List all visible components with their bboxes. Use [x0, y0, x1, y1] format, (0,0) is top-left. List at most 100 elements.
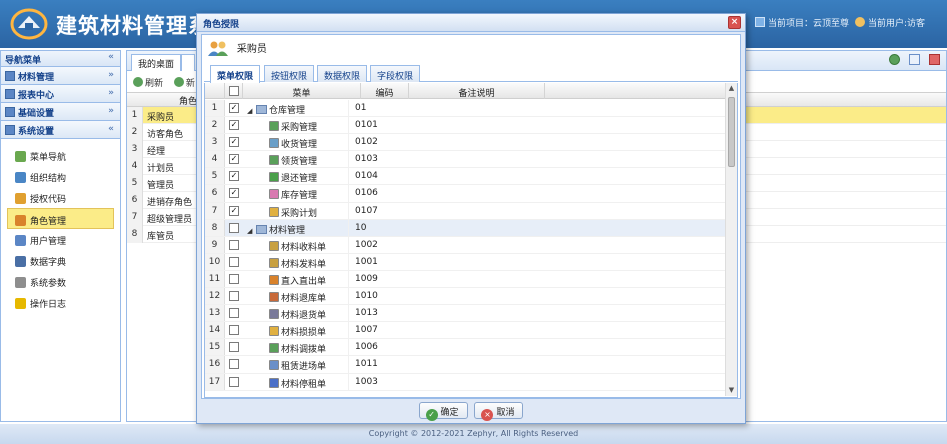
- current-user[interactable]: 当前用户:访客: [855, 16, 925, 29]
- scroll-up-icon[interactable]: ▲: [727, 84, 736, 93]
- sidebar-item-user[interactable]: 用户管理: [1, 229, 120, 250]
- sidebar-item-role[interactable]: 角色管理: [7, 208, 114, 229]
- table-row[interactable]: 15 材料调拨单 1006: [205, 339, 725, 357]
- menu-name: 材料停租单: [281, 379, 327, 390]
- settings-icon: [15, 277, 26, 288]
- users-icon: [208, 41, 228, 56]
- refresh-button[interactable]: 刷新: [133, 77, 163, 89]
- sidebar-group-materials[interactable]: 材料管理 »: [1, 67, 120, 85]
- table-row[interactable]: 13 材料退货单 1013: [205, 305, 725, 323]
- sidebar-item-label: 系统参数: [30, 279, 67, 289]
- sidebar-item-key[interactable]: 授权代码: [1, 187, 120, 208]
- collapse-sidebar-icon[interactable]: «: [108, 52, 114, 62]
- tab-label: 菜单权限: [217, 72, 254, 82]
- table-row[interactable]: 11 直入直出单 1009: [205, 270, 725, 289]
- add-icon: [173, 77, 184, 87]
- scroll-down-icon[interactable]: ▼: [727, 386, 736, 395]
- table-row[interactable]: 12 材料退库单 1010: [205, 288, 725, 306]
- table-row[interactable]: 7 ✓ 采购计划 0107: [205, 202, 725, 220]
- tab-field-permission[interactable]: 字段权限: [370, 65, 421, 82]
- row-number: 5: [205, 168, 225, 185]
- table-row[interactable]: 10 材料发料单 1001: [205, 253, 725, 271]
- row-checkbox[interactable]: ✓: [229, 103, 239, 113]
- row-checkbox[interactable]: ✓: [229, 154, 239, 165]
- maximize-icon[interactable]: [909, 54, 921, 65]
- row-checkbox[interactable]: ✓: [229, 205, 239, 216]
- grid-scrollbar[interactable]: ▲ ▼: [725, 83, 737, 396]
- row-checkbox[interactable]: [229, 359, 239, 370]
- code-cell: 0102: [355, 137, 378, 148]
- sidebar-group-label: 系统设置: [18, 127, 55, 137]
- row-checkbox[interactable]: [229, 291, 239, 302]
- row-checkbox[interactable]: [229, 308, 239, 319]
- close-icon[interactable]: [929, 54, 940, 65]
- table-row[interactable]: 9 材料收料单 1002: [205, 236, 725, 254]
- table-row[interactable]: 1 ✓ ◢ 仓库管理 01: [205, 100, 725, 118]
- row-checkbox[interactable]: [229, 325, 239, 336]
- sidebar-item-warning[interactable]: 操作日志: [1, 292, 120, 313]
- tab-my-desktop[interactable]: 我的桌面: [131, 54, 182, 71]
- tab-role-management[interactable]: [181, 54, 195, 71]
- tab-data-permission[interactable]: 数据权限: [317, 65, 368, 82]
- current-project[interactable]: 当前项目：云顶至尊: [755, 16, 849, 29]
- menu-tree-icon: [15, 151, 26, 162]
- menu-item-icon: [269, 257, 279, 268]
- row-number: 4: [127, 158, 143, 175]
- dialog-close-icon[interactable]: ×: [728, 16, 741, 29]
- sidebar-group-basic-settings[interactable]: 基础设置 »: [1, 103, 120, 121]
- table-row[interactable]: 17 材料停租单 1003: [205, 373, 725, 391]
- role-icon: [15, 215, 26, 226]
- table-row[interactable]: 5 ✓ 退还管理 0104: [205, 168, 725, 186]
- window-controls: [883, 54, 940, 68]
- menu-cell: 材料收料单: [243, 236, 349, 253]
- expand-toggle-icon[interactable]: ◢: [247, 107, 253, 115]
- ok-button[interactable]: ✓ 确定: [418, 402, 468, 421]
- menu-cell: 库存管理: [243, 185, 349, 202]
- row-checkbox[interactable]: ✓: [229, 120, 239, 131]
- scrollbar-thumb[interactable]: [728, 97, 735, 167]
- table-row[interactable]: 14 材料损损单 1007: [205, 322, 725, 340]
- menu-name: 材料损损单: [281, 328, 327, 339]
- sidebar-item-menu-tree[interactable]: 菜单导航: [1, 145, 120, 166]
- key-icon: [15, 193, 26, 204]
- sidebar-group-reports[interactable]: 报表中心 »: [1, 85, 120, 103]
- menu-cell: 租赁进场单: [243, 356, 349, 373]
- code-cell: 0104: [355, 171, 378, 182]
- select-all-checkbox[interactable]: [229, 86, 239, 96]
- row-number: 6: [205, 185, 225, 202]
- sidebar-item-dictionary[interactable]: 数据字典: [1, 250, 120, 271]
- row-checkbox[interactable]: [229, 239, 239, 250]
- table-row[interactable]: 8 ◢ 材料管理 10: [205, 219, 725, 237]
- row-number: 9: [205, 236, 225, 253]
- table-row[interactable]: 3 ✓ 收货管理 0102: [205, 134, 725, 152]
- chevron-icon: «: [108, 124, 114, 134]
- tab-menu-permission[interactable]: 菜单权限: [210, 65, 261, 83]
- permission-tabs: 菜单权限 按钮权限 数据权限 字段权限: [204, 62, 738, 83]
- menu-name: 材料收料单: [281, 242, 327, 253]
- row-checkbox[interactable]: [229, 222, 239, 233]
- sidebar-item-org-chart[interactable]: 组织结构: [1, 166, 120, 187]
- cancel-button[interactable]: × 取消: [474, 402, 524, 421]
- row-checkbox[interactable]: [229, 342, 239, 353]
- refresh-icon[interactable]: [889, 54, 901, 65]
- sidebar-group-system-settings[interactable]: 系统设置 «: [1, 121, 120, 139]
- row-number: 11: [205, 270, 225, 288]
- add-button[interactable]: 新: [173, 77, 195, 89]
- expand-toggle-icon[interactable]: ◢: [247, 227, 253, 235]
- table-row[interactable]: 6 ✓ 库存管理 0106: [205, 185, 725, 203]
- row-checkbox[interactable]: ✓: [229, 137, 239, 148]
- table-row[interactable]: 4 ✓ 领货管理 0103: [205, 151, 725, 169]
- table-row[interactable]: 16 租赁进场单 1011: [205, 356, 725, 374]
- column-code: 编码: [361, 83, 409, 99]
- sidebar-item-settings[interactable]: 系统参数: [1, 271, 120, 292]
- table-row[interactable]: 2 ✓ 采购管理 0101: [205, 117, 725, 135]
- row-checkbox[interactable]: [229, 273, 239, 284]
- row-checkbox[interactable]: [229, 376, 239, 387]
- code-cell: 1003: [355, 376, 378, 387]
- row-checkbox[interactable]: ✓: [229, 188, 239, 199]
- tab-button-permission[interactable]: 按钮权限: [264, 65, 315, 82]
- row-checkbox[interactable]: [229, 256, 239, 267]
- row-checkbox[interactable]: ✓: [229, 171, 239, 182]
- cancel-icon: ×: [481, 409, 494, 421]
- row-number: 2: [205, 117, 225, 134]
